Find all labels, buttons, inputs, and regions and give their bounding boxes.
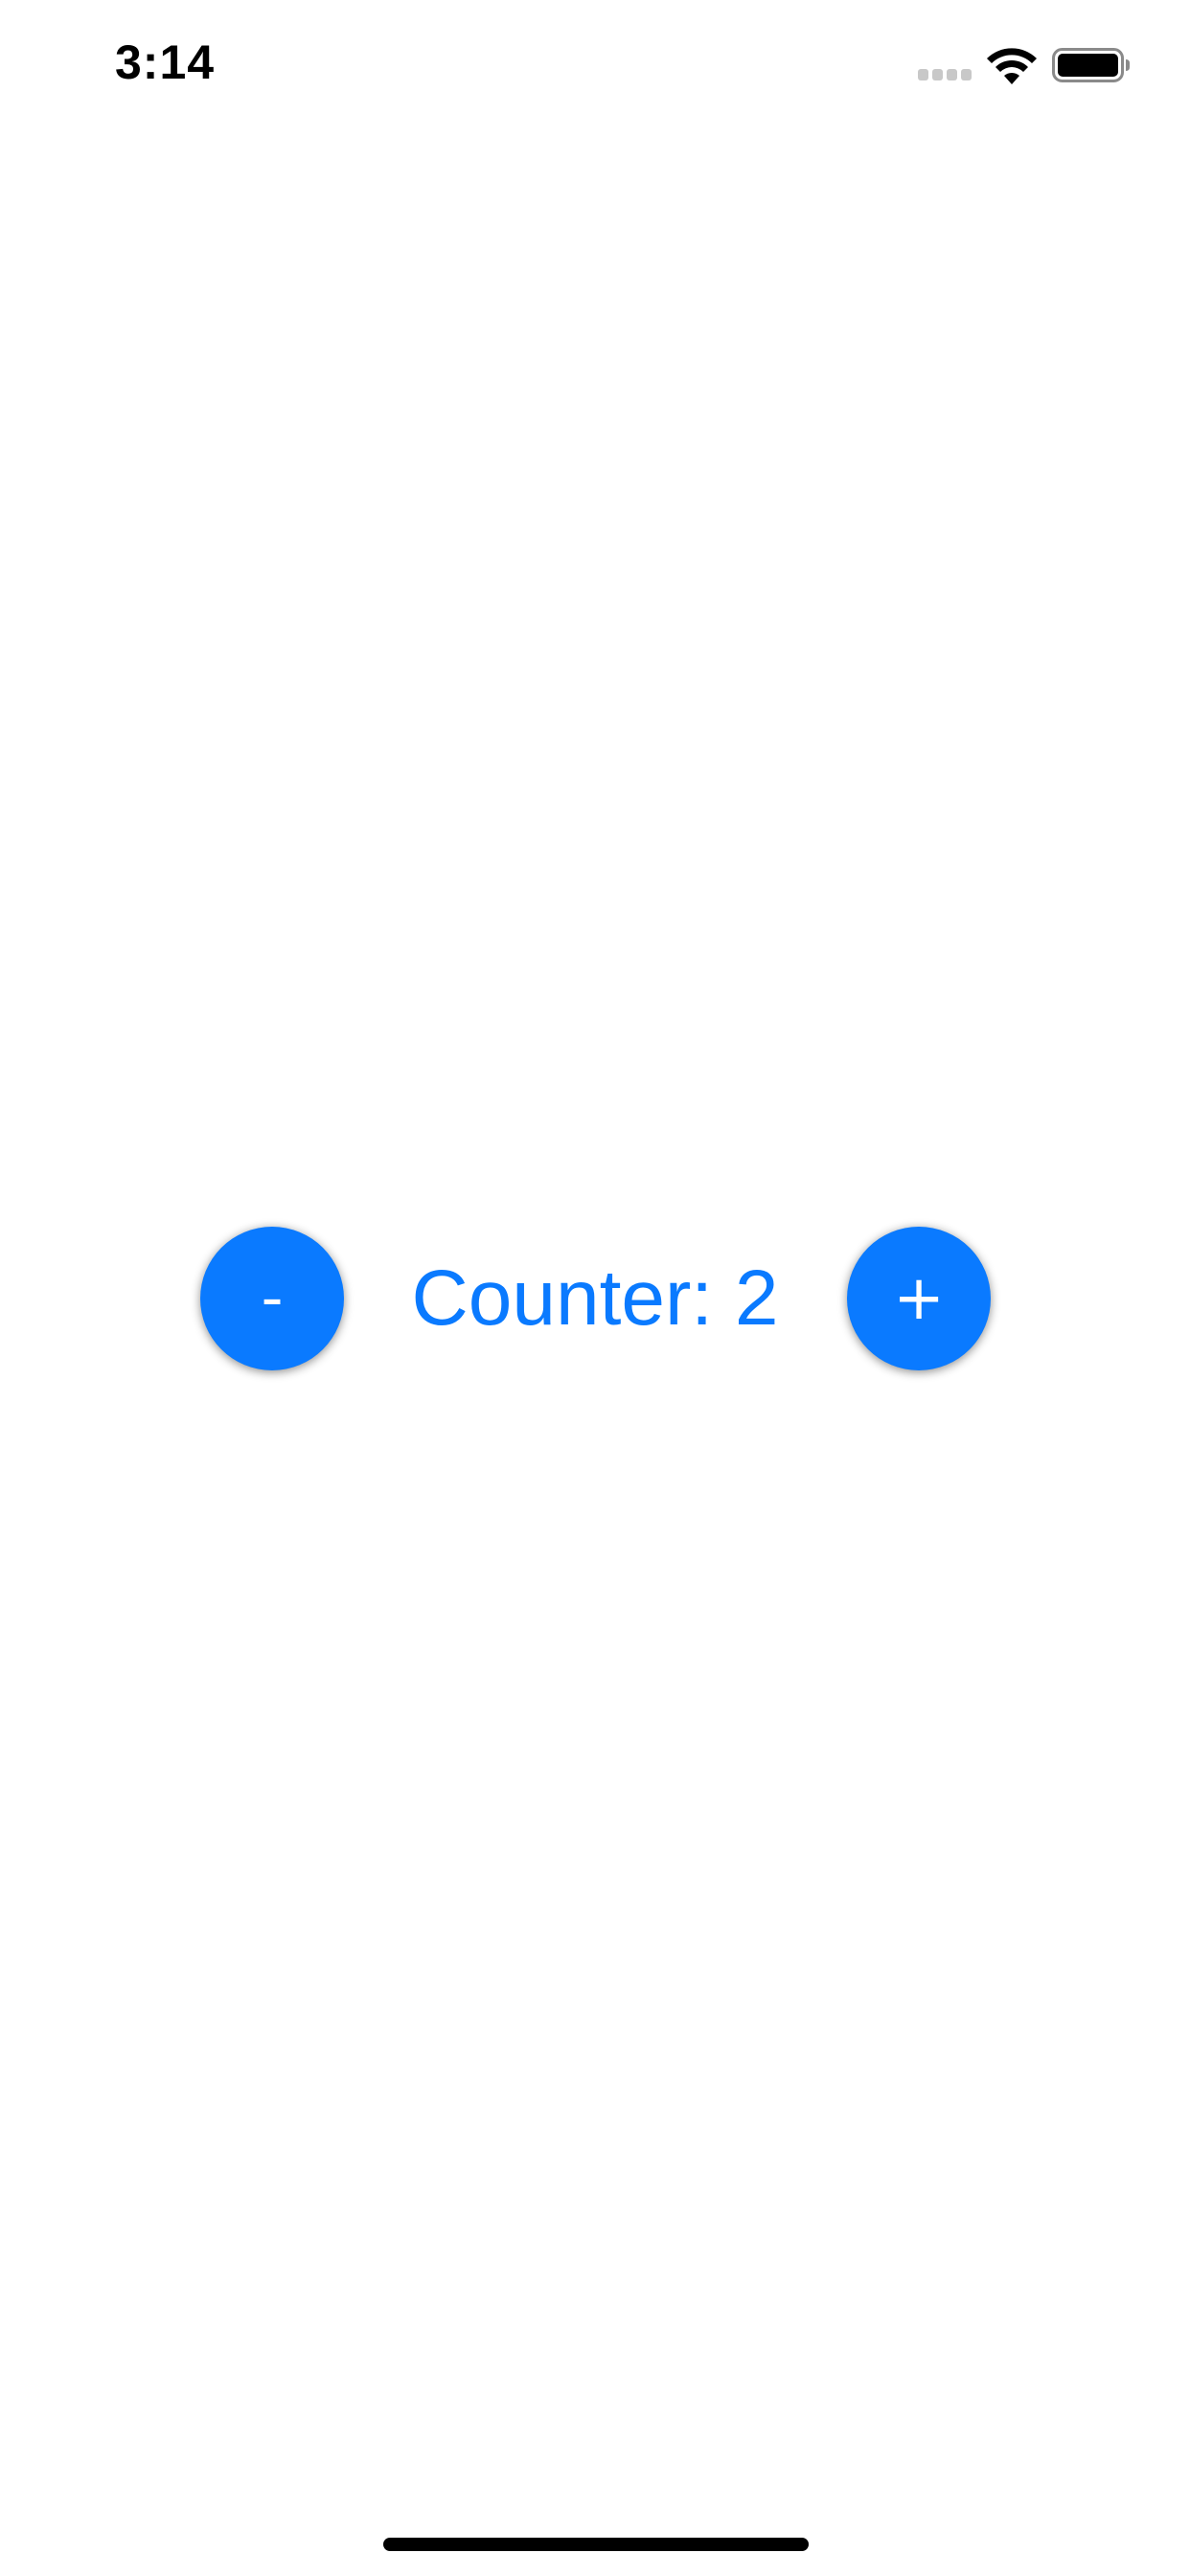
increment-button[interactable]: + <box>847 1227 991 1370</box>
status-time: 3:14 <box>115 35 216 89</box>
home-indicator[interactable] <box>383 2538 809 2551</box>
signal-icon <box>918 69 972 80</box>
status-bar: 3:14 <box>0 0 1190 126</box>
battery-icon <box>1052 48 1130 82</box>
decrement-button[interactable]: - <box>200 1227 344 1370</box>
counter-label: Counter: 2 <box>411 1254 779 1342</box>
wifi-icon <box>987 48 1037 84</box>
counter-row: - Counter: 2 + <box>0 1227 1190 1376</box>
